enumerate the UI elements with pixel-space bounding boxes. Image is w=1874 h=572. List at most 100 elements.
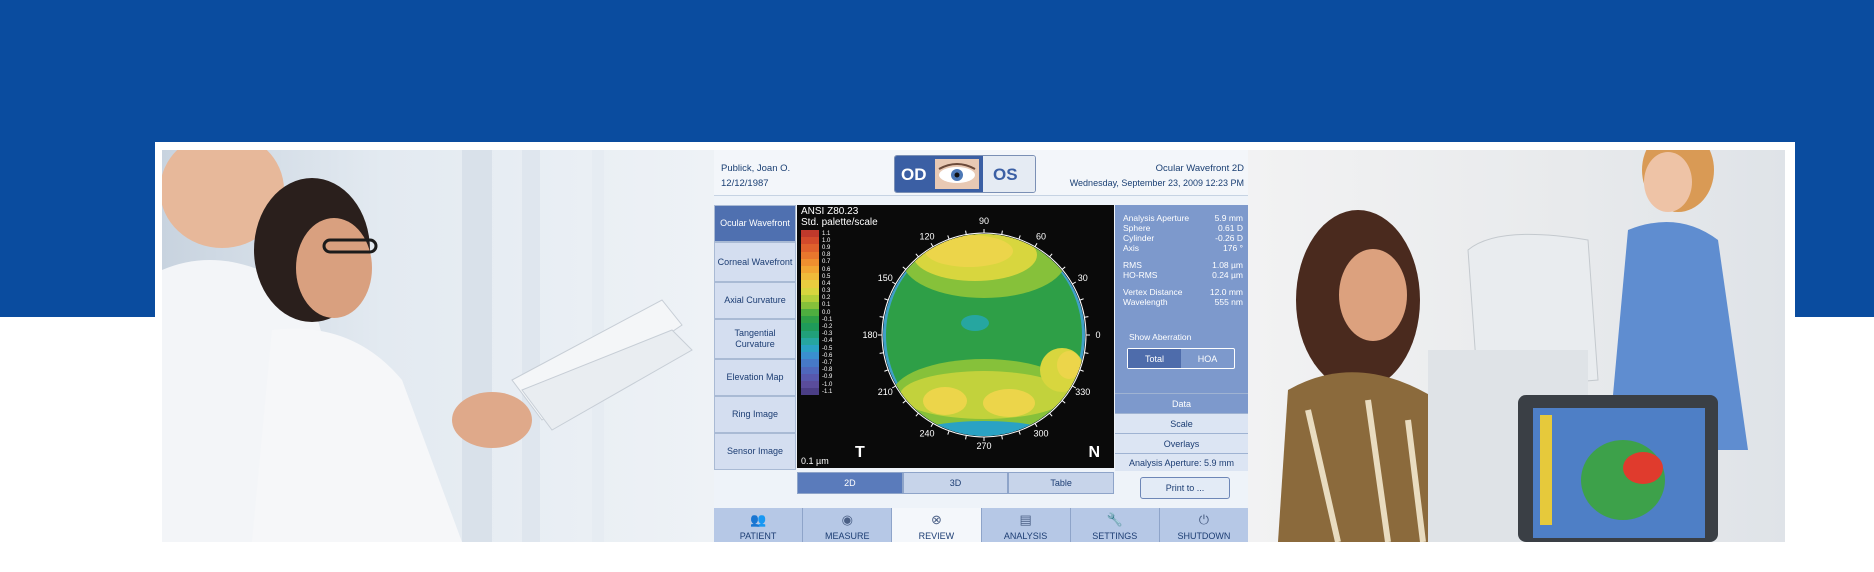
stat-label: Sphere — [1123, 223, 1151, 233]
nav-shutdown[interactable]: ⏻ SHUTDOWN — [1159, 508, 1249, 542]
stat-value: 1.08 µm — [1212, 260, 1243, 270]
axis-tick — [1079, 298, 1084, 301]
eye-os-label: OS — [993, 165, 1018, 184]
scale-entry: -0.5 — [801, 345, 832, 353]
scale-value: -0.4 — [822, 338, 833, 345]
scale-entry: 0.4 — [801, 280, 832, 288]
nav-corneal-wavefront[interactable]: Corneal Wavefront — [714, 242, 796, 282]
nav-sensor-image[interactable]: Sensor Image — [714, 433, 796, 470]
scale-swatch — [801, 359, 819, 367]
software-screen: Publick, Joan O. 12/12/1987 OD OS Ocular… — [714, 150, 1249, 542]
scale-value: -0.1 — [822, 316, 833, 323]
nav-measure[interactable]: ◉ MEASURE — [803, 508, 893, 542]
nav-review[interactable]: ⊗ REVIEW — [892, 508, 982, 542]
axis-tick — [915, 412, 919, 417]
nav-review-label: REVIEW — [918, 531, 955, 541]
scale-swatch — [801, 337, 819, 345]
axis-tick — [930, 423, 934, 428]
axis-tick — [1061, 400, 1066, 404]
axis-tick — [965, 230, 967, 235]
scale-entry: 1.0 — [801, 237, 832, 245]
eye-od-button[interactable]: OD — [895, 156, 983, 192]
analysis-icon: ▤ — [1019, 512, 1032, 527]
scale-entry: -1.1 — [801, 388, 833, 396]
analysis-aperture-button[interactable]: Analysis Aperture: 5.9 mm — [1115, 453, 1248, 471]
scale-entry: -0.2 — [801, 323, 833, 331]
scale-swatch — [801, 366, 819, 374]
scale-entry: -0.6 — [801, 352, 833, 360]
scale-swatch — [801, 345, 819, 353]
scale-value: 0.3 — [822, 288, 831, 295]
axis-tick — [879, 352, 884, 354]
patient-icon: 👥 — [749, 512, 767, 527]
nav-elevation-map[interactable]: Elevation Map — [714, 359, 796, 396]
axis-label: 240 — [919, 429, 934, 439]
nav-settings[interactable]: 🔧 SETTINGS — [1070, 508, 1160, 542]
stat-row: HO-RMS 0.24 µm — [1123, 270, 1243, 280]
eye-selector[interactable]: OD OS — [894, 155, 1036, 193]
scale-entry: 0.0 — [801, 309, 832, 317]
stat-value: -0.26 D — [1215, 233, 1243, 243]
eye-od-icon — [935, 159, 979, 189]
tab-table[interactable]: Table — [1008, 472, 1115, 494]
scale-swatch — [801, 273, 819, 281]
scale-value: -1.1 — [822, 388, 833, 395]
scale-value: -0.2 — [822, 324, 833, 331]
axis-label: 300 — [1033, 429, 1048, 439]
print-button[interactable]: Print to ... — [1140, 477, 1230, 499]
scale-value: 0.5 — [822, 273, 831, 280]
show-aberration-label: Show Aberration — [1129, 332, 1192, 342]
scale-button[interactable]: Scale — [1115, 413, 1248, 434]
scale-entry: 0.7 — [801, 258, 832, 266]
toggle-total[interactable]: Total — [1128, 349, 1181, 368]
nav-axial-curvature[interactable]: Axial Curvature — [714, 282, 796, 319]
axis-tick — [1001, 435, 1003, 440]
scale-entry: -0.8 — [801, 366, 832, 374]
scale-swatch — [801, 294, 819, 302]
axis-tick — [965, 435, 967, 440]
nav-ocular-wavefront[interactable]: Ocular Wavefront — [714, 205, 796, 242]
nav-analysis[interactable]: ▤ ANALYSIS — [981, 508, 1071, 542]
exam-title: Ocular Wavefront 2D — [1155, 163, 1244, 174]
tab-2d[interactable]: 2D — [797, 472, 903, 494]
overlays-button[interactable]: Overlays — [1115, 433, 1248, 454]
stat-value: 176 ° — [1223, 243, 1243, 253]
axis-tick — [1072, 281, 1077, 285]
photo-doctor-reviewing-printout — [162, 150, 714, 542]
axis-tick — [1049, 412, 1053, 417]
eye-os-icon — [981, 159, 993, 189]
eye-os-button[interactable]: OS — [983, 156, 1035, 192]
tab-3d[interactable]: 3D — [902, 472, 1009, 494]
scale-value: 1.0 — [822, 237, 831, 244]
stat-row: Wavelength 555 nm — [1123, 297, 1243, 307]
scale-value: -0.6 — [822, 352, 833, 359]
scale-swatch — [801, 323, 819, 331]
review-icon: ⊗ — [930, 512, 942, 527]
axis-tick — [902, 400, 907, 404]
stat-row: Cylinder -0.26 D — [1123, 233, 1243, 243]
data-button[interactable]: Data — [1115, 393, 1248, 414]
scale-entry: 0.6 — [801, 265, 832, 274]
scale-swatch — [801, 373, 819, 381]
scale-swatch — [801, 244, 819, 252]
eye-od-label: OD — [901, 165, 927, 184]
axis-tick — [1034, 242, 1038, 247]
axis-tick — [1084, 352, 1089, 354]
nasal-label: N — [1088, 444, 1100, 461]
nav-measure-label: MEASURE — [825, 531, 870, 541]
scale-swatch — [801, 316, 819, 324]
axis-label: 150 — [878, 273, 893, 283]
stat-value: 5.9 mm — [1214, 213, 1243, 223]
nav-ring-image[interactable]: Ring Image — [714, 396, 796, 433]
axis-label: 270 — [976, 441, 991, 451]
nav-tangential-curvature[interactable]: Tangential Curvature — [714, 319, 796, 359]
axis-tick — [930, 242, 934, 247]
toggle-hoa[interactable]: HOA — [1181, 349, 1234, 368]
nav-patient[interactable]: 👥 PATIENT — [714, 508, 804, 542]
axis-label: 120 — [919, 231, 934, 241]
aberration-toggle[interactable]: Total HOA — [1127, 348, 1235, 369]
stat-row: Vertex Distance 12.0 mm — [1123, 287, 1243, 297]
scale-entry: 0.9 — [801, 244, 832, 252]
photo-patient-at-device — [1248, 150, 1785, 542]
wavefront-map[interactable]: ANSI Z80.23 Std. palette/scale 1.1 1.0 0.9… — [797, 205, 1114, 468]
